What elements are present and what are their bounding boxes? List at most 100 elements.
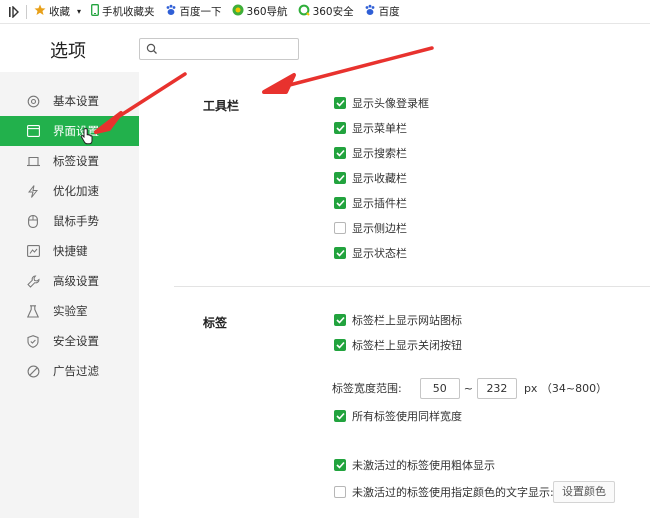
- phone-icon: [91, 4, 99, 19]
- bookmark-favorites[interactable]: 收藏 ▾: [29, 0, 86, 24]
- option-label: 显示搜索栏: [352, 147, 407, 160]
- sidebar-item-lab[interactable]: 实验室: [0, 296, 139, 326]
- option-tab-show-site-icon[interactable]: 标签栏上显示网站图标: [334, 312, 462, 328]
- set-color-button[interactable]: 设置颜色: [553, 481, 615, 503]
- tab-width-max-input[interactable]: 232: [476, 377, 517, 399]
- sidebar-item-label: 优化加速: [53, 184, 99, 198]
- star-icon: [34, 4, 46, 19]
- checkbox-checked[interactable]: [334, 459, 346, 471]
- bookmark-mobile-favorites[interactable]: 手机收藏夹: [86, 0, 160, 24]
- tabs-section-title: 标签: [203, 316, 228, 330]
- block-icon: [26, 364, 40, 378]
- sidebar-item-label: 鼠标手势: [53, 214, 99, 228]
- bookmarks-bar: 收藏 ▾ 手机收藏夹 百度一下 360导航 360安全 百度: [0, 0, 650, 24]
- bookmark-label: 手机收藏夹: [102, 6, 155, 18]
- checkbox-checked[interactable]: [334, 339, 346, 351]
- sidebar-item-label: 标签设置: [53, 154, 99, 168]
- sidebar-item-ad-filter[interactable]: 广告过滤: [0, 356, 139, 386]
- tab-width-label: 标签宽度范围:: [332, 382, 402, 395]
- option-label: 标签栏上显示网站图标: [352, 314, 462, 327]
- option-show-avatar-login[interactable]: 显示头像登录框: [334, 95, 429, 111]
- sidebar-item-interface-settings[interactable]: 界面设置: [0, 116, 139, 146]
- wrench-icon: [26, 274, 40, 288]
- checkbox-checked[interactable]: [334, 147, 346, 159]
- checkbox-checked[interactable]: [334, 97, 346, 109]
- shield-icon: [26, 334, 40, 348]
- mouse-icon: [26, 214, 40, 228]
- checkbox-checked[interactable]: [334, 410, 346, 422]
- checkbox-unchecked[interactable]: [334, 486, 346, 498]
- window-icon: [26, 124, 40, 138]
- sidebar-item-label: 高级设置: [53, 274, 99, 288]
- bookmark-360-nav[interactable]: 360导航: [227, 0, 293, 24]
- sidebar-item-mouse-gesture[interactable]: 鼠标手势: [0, 206, 139, 236]
- bookmarks-separator: [26, 4, 27, 19]
- sidebar-item-label: 实验室: [53, 304, 88, 318]
- sidebar-item-label: 广告过滤: [53, 364, 99, 378]
- sidebar-item-tab-settings[interactable]: 标签设置: [0, 146, 139, 176]
- 360-ring-icon: [298, 4, 310, 19]
- options-header: 选项: [0, 24, 650, 72]
- sidebar-item-optimize[interactable]: 优化加速: [0, 176, 139, 206]
- option-tab-show-close-button[interactable]: 标签栏上显示关闭按钮: [334, 337, 462, 353]
- tab-width-range-row: 标签宽度范围: 50 ~ 232 px （34~800）: [332, 377, 607, 399]
- tab-icon: [26, 154, 40, 168]
- range-separator: ~: [463, 381, 473, 395]
- checkbox-unchecked[interactable]: [334, 222, 346, 234]
- checkbox-checked[interactable]: [334, 314, 346, 326]
- bookmark-label: 收藏: [49, 6, 70, 18]
- 360-logo-icon: [232, 4, 244, 19]
- option-label: 所有标签使用同样宽度: [352, 410, 462, 423]
- sidebar: 基本设置 界面设置 标签设置 优化加速 鼠标手势 快捷键 高级设置 实验室 安全…: [0, 72, 139, 518]
- option-inactive-color[interactable]: 未激活过的标签使用指定颜色的文字显示:: [334, 484, 554, 500]
- option-label: 显示侧边栏: [352, 222, 407, 235]
- sidebar-item-basic-settings[interactable]: 基本设置: [0, 86, 139, 116]
- baidu-paw-icon: [364, 4, 376, 19]
- sidebar-item-label: 快捷键: [53, 244, 88, 258]
- option-label: 显示头像登录框: [352, 97, 429, 110]
- checkbox-checked[interactable]: [334, 197, 346, 209]
- search-input[interactable]: [162, 41, 292, 57]
- chevron-down-icon[interactable]: ▾: [77, 7, 81, 16]
- option-label: 未激活过的标签使用指定颜色的文字显示:: [352, 486, 554, 499]
- option-inactive-bold[interactable]: 未激活过的标签使用粗体显示: [334, 457, 495, 473]
- tab-width-min-input[interactable]: 50: [419, 377, 460, 399]
- sidebar-item-label: 基本设置: [53, 94, 99, 108]
- search-box[interactable]: [139, 38, 299, 60]
- keyboard-icon: [26, 244, 40, 258]
- flask-icon: [26, 304, 40, 318]
- checkbox-checked[interactable]: [334, 172, 346, 184]
- bookmark-baidu-search[interactable]: 百度一下: [160, 0, 227, 24]
- gear-icon: [26, 94, 40, 108]
- bookmark-baidu[interactable]: 百度: [359, 0, 405, 24]
- sidebar-item-label: 安全设置: [53, 334, 99, 348]
- option-show-status-bar[interactable]: 显示状态栏: [334, 245, 407, 261]
- hand-cursor-icon: [80, 128, 93, 145]
- lightning-icon: [26, 184, 40, 198]
- option-show-favorites-bar[interactable]: 显示收藏栏: [334, 170, 407, 186]
- sidebar-item-security[interactable]: 安全设置: [0, 326, 139, 356]
- option-label: 显示插件栏: [352, 197, 407, 210]
- option-show-menu-bar[interactable]: 显示菜单栏: [334, 120, 407, 136]
- checkbox-checked[interactable]: [334, 122, 346, 134]
- settings-content: 工具栏 显示头像登录框 显示菜单栏 显示搜索栏 显示收藏栏 显示插件栏 显示侧边…: [139, 72, 650, 518]
- bookmark-label: 360安全: [312, 6, 354, 18]
- option-show-search-bar[interactable]: 显示搜索栏: [334, 145, 407, 161]
- option-show-plugin-bar[interactable]: 显示插件栏: [334, 195, 407, 211]
- page-title: 选项: [50, 41, 86, 62]
- baidu-paw-icon: [165, 4, 177, 19]
- checkbox-checked[interactable]: [334, 247, 346, 259]
- option-label: 显示菜单栏: [352, 122, 407, 135]
- section-divider: [174, 286, 650, 287]
- tab-width-unit: px （34~800）: [523, 382, 608, 395]
- sidebar-item-shortcuts[interactable]: 快捷键: [0, 236, 139, 266]
- bookmark-label: 360导航: [246, 6, 288, 18]
- option-show-sidebar[interactable]: 显示侧边栏: [334, 220, 407, 236]
- sidebar-item-advanced[interactable]: 高级设置: [0, 266, 139, 296]
- option-label: 未激活过的标签使用粗体显示: [352, 459, 495, 472]
- sidebar-toggle-icon[interactable]: [4, 0, 24, 24]
- bookmark-label: 百度: [378, 6, 400, 18]
- option-same-tab-width[interactable]: 所有标签使用同样宽度: [334, 408, 462, 424]
- bookmark-label: 百度一下: [179, 6, 222, 18]
- bookmark-360-safe[interactable]: 360安全: [293, 0, 359, 24]
